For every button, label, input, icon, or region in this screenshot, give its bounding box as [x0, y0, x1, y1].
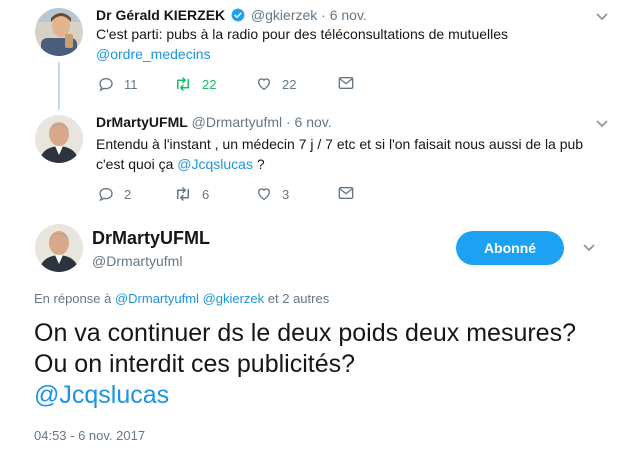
- tweet-header: DrMartyUFML @Drmartyufml · 6 nov.: [96, 114, 332, 130]
- tweet-text: C'est parti: pubs à la radio pour des té…: [96, 26, 509, 62]
- heart-icon: [257, 78, 271, 91]
- main-author-handle[interactable]: @Drmartyufml: [92, 253, 182, 269]
- tweet-drmartyufml-reply[interactable]: DrMartyUFML @Drmartyufml · 6 nov. Entend…: [0, 110, 629, 210]
- avatar-drmartyufml[interactable]: [35, 115, 83, 163]
- chevron-down-icon[interactable]: [595, 12, 609, 22]
- author-name[interactable]: DrMartyUFML: [96, 114, 188, 130]
- message-button[interactable]: [338, 186, 364, 200]
- reply-icon: [99, 187, 113, 202]
- envelope-icon: [338, 77, 354, 89]
- retweet-count: 6: [202, 186, 210, 202]
- verified-badge-icon: [231, 8, 245, 22]
- reply-mention-link[interactable]: @gkierzek: [203, 291, 265, 306]
- like-button[interactable]: 3: [256, 186, 289, 202]
- reply-button[interactable]: 2: [98, 186, 131, 202]
- author-handle[interactable]: @Drmartyufml: [192, 114, 282, 130]
- avatar-gkierzek[interactable]: [35, 8, 83, 56]
- tweet-time[interactable]: · 6 nov.: [286, 114, 332, 130]
- main-tweet-text: On va continuer ds le deux poids deux me…: [34, 319, 576, 409]
- mention-link[interactable]: @Jcqslucas: [177, 156, 253, 172]
- retweet-icon: [177, 187, 189, 201]
- mention-link[interactable]: @Jcqslucas: [34, 381, 169, 409]
- heart-icon: [257, 188, 271, 201]
- tweet-text: Entendu à l'instant , un médecin 7 j / 7…: [96, 136, 584, 172]
- message-button[interactable]: [338, 76, 364, 90]
- like-count: 3: [282, 186, 290, 202]
- author-name[interactable]: Dr Gérald KIERZEK: [96, 7, 225, 23]
- retweet-button[interactable]: 6: [174, 186, 209, 202]
- tweet-header: Dr Gérald KIERZEK @gkierzek · 6 nov.: [96, 7, 367, 23]
- reply-mention-link[interactable]: @Drmartyufml: [115, 291, 199, 306]
- retweet-button[interactable]: 22: [174, 76, 216, 92]
- tweet-timestamp[interactable]: 04:53 - 6 nov. 2017: [34, 428, 145, 443]
- tweet-gkierzek[interactable]: Dr Gérald KIERZEK @gkierzek · 6 nov. C'e…: [0, 0, 629, 110]
- tweet-actions: 11 22 22: [98, 76, 398, 96]
- main-author-name[interactable]: DrMartyUFML: [92, 228, 210, 249]
- like-count: 22: [282, 76, 297, 92]
- reply-context: En réponse à @Drmartyufml @gkierzek et 2…: [34, 291, 330, 306]
- retweet-icon: [177, 77, 189, 91]
- reply-icon: [99, 77, 113, 92]
- author-handle[interactable]: @gkierzek: [251, 7, 317, 23]
- chevron-down-icon[interactable]: [595, 119, 609, 129]
- thread-connector: [58, 62, 60, 110]
- following-button[interactable]: Abonné: [456, 231, 564, 265]
- reply-count: 11: [124, 76, 138, 92]
- reply-count: 2: [124, 186, 132, 202]
- chevron-down-icon[interactable]: [582, 243, 596, 253]
- tweet-actions: 2 6 3: [98, 186, 398, 206]
- reply-button[interactable]: 11: [98, 76, 138, 92]
- retweet-count: 22: [202, 76, 217, 92]
- mention-link[interactable]: @ordre_medecins: [96, 46, 211, 62]
- like-button[interactable]: 22: [256, 76, 296, 92]
- avatar-main-drmartyufml[interactable]: [35, 224, 83, 272]
- envelope-icon: [338, 187, 354, 199]
- tweet-time[interactable]: · 6 nov.: [321, 7, 367, 23]
